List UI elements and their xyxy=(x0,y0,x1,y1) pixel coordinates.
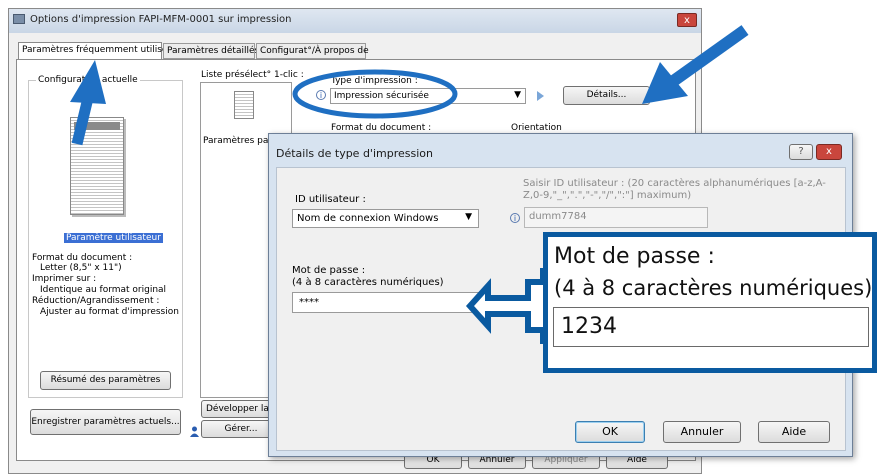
user-id-label: ID utilisateur : xyxy=(295,194,366,205)
config-summary-line: Letter (8,5" x 11") xyxy=(40,263,122,273)
main-close-button[interactable]: x xyxy=(677,13,697,27)
doc-format-label: Format du document : xyxy=(331,123,432,133)
user-id-value: dumm7784 xyxy=(529,211,587,222)
password-hint: (4 à 8 caractères numériques) xyxy=(292,277,444,288)
details-button[interactable]: Détails... xyxy=(563,86,650,105)
zoom-password-label: Mot de passe : xyxy=(554,244,715,269)
user-setting-label: Paramètre utilisateur xyxy=(64,233,163,243)
config-summary-line: Imprimer sur : xyxy=(32,274,97,284)
preset-document-icon xyxy=(234,91,254,119)
tab-frequent-settings[interactable]: Paramètres fréquemment utilisés xyxy=(18,42,172,59)
password-input[interactable]: **** xyxy=(292,292,482,313)
info-icon: i xyxy=(510,213,520,223)
config-summary-line: Identique au format original xyxy=(40,285,167,295)
config-summary-line: Ajuster au format d'impression xyxy=(40,307,179,317)
preset-item-label[interactable]: Paramètres par xyxy=(203,136,272,146)
document-preview-image xyxy=(70,117,124,215)
user-id-select[interactable]: Nom de connexion Windows ▼ xyxy=(292,209,479,228)
print-type-label: Type d'impression : xyxy=(331,76,418,86)
password-value: **** xyxy=(299,297,319,308)
info-icon: i xyxy=(316,90,326,100)
tab-detailed-settings[interactable]: Paramètres détaillés xyxy=(163,43,259,59)
current-config-label: Configuration actuelle xyxy=(36,75,140,85)
preset-list-label: Liste présélect° 1-clic : xyxy=(201,70,304,80)
dialog-help-button[interactable]: ? xyxy=(789,144,813,160)
save-settings-button[interactable]: Enregistrer paramètres actuels... xyxy=(30,409,181,435)
enter-id-hint: Saisir ID utilisateur : (20 caractères a… xyxy=(523,178,826,201)
zoom-password-value: 1234 xyxy=(561,314,617,339)
user-icon xyxy=(190,422,199,437)
summary-settings-button[interactable]: Résumé des paramètres xyxy=(40,371,171,390)
config-summary-line: Format du document : xyxy=(32,253,133,263)
password-label: Mot de passe : xyxy=(292,265,366,276)
printer-icon xyxy=(13,14,25,24)
print-type-value: Impression sécurisée xyxy=(334,91,429,101)
tab-config-about[interactable]: Configurat°/À propos de xyxy=(256,43,369,59)
config-summary-line: Réduction/Agrandissement : xyxy=(32,296,160,306)
document-preview-header xyxy=(74,122,120,130)
dialog-title: Détails de type d'impression xyxy=(276,147,433,160)
dialog-help-text-button[interactable]: Aide xyxy=(758,421,830,443)
dialog-ok-button[interactable]: OK xyxy=(575,421,645,443)
print-type-select[interactable]: Impression sécurisée ▼ xyxy=(330,88,526,104)
user-id-input[interactable]: dumm7784 xyxy=(524,207,708,228)
user-id-select-value: Nom de connexion Windows xyxy=(297,213,439,224)
dialog-cancel-button[interactable]: Annuler xyxy=(663,421,741,443)
main-window-title: Options d'impression FAPI-MFM-0001 sur i… xyxy=(30,14,292,25)
chevron-down-icon: ▼ xyxy=(465,212,472,222)
chevron-down-icon: ▼ xyxy=(514,90,521,100)
zoom-password-hint: (4 à 8 caractères numériques) xyxy=(554,276,873,300)
orientation-label: Orientation xyxy=(511,123,562,133)
play-arrow-icon xyxy=(537,91,544,101)
dialog-close-button[interactable]: x xyxy=(816,144,842,160)
